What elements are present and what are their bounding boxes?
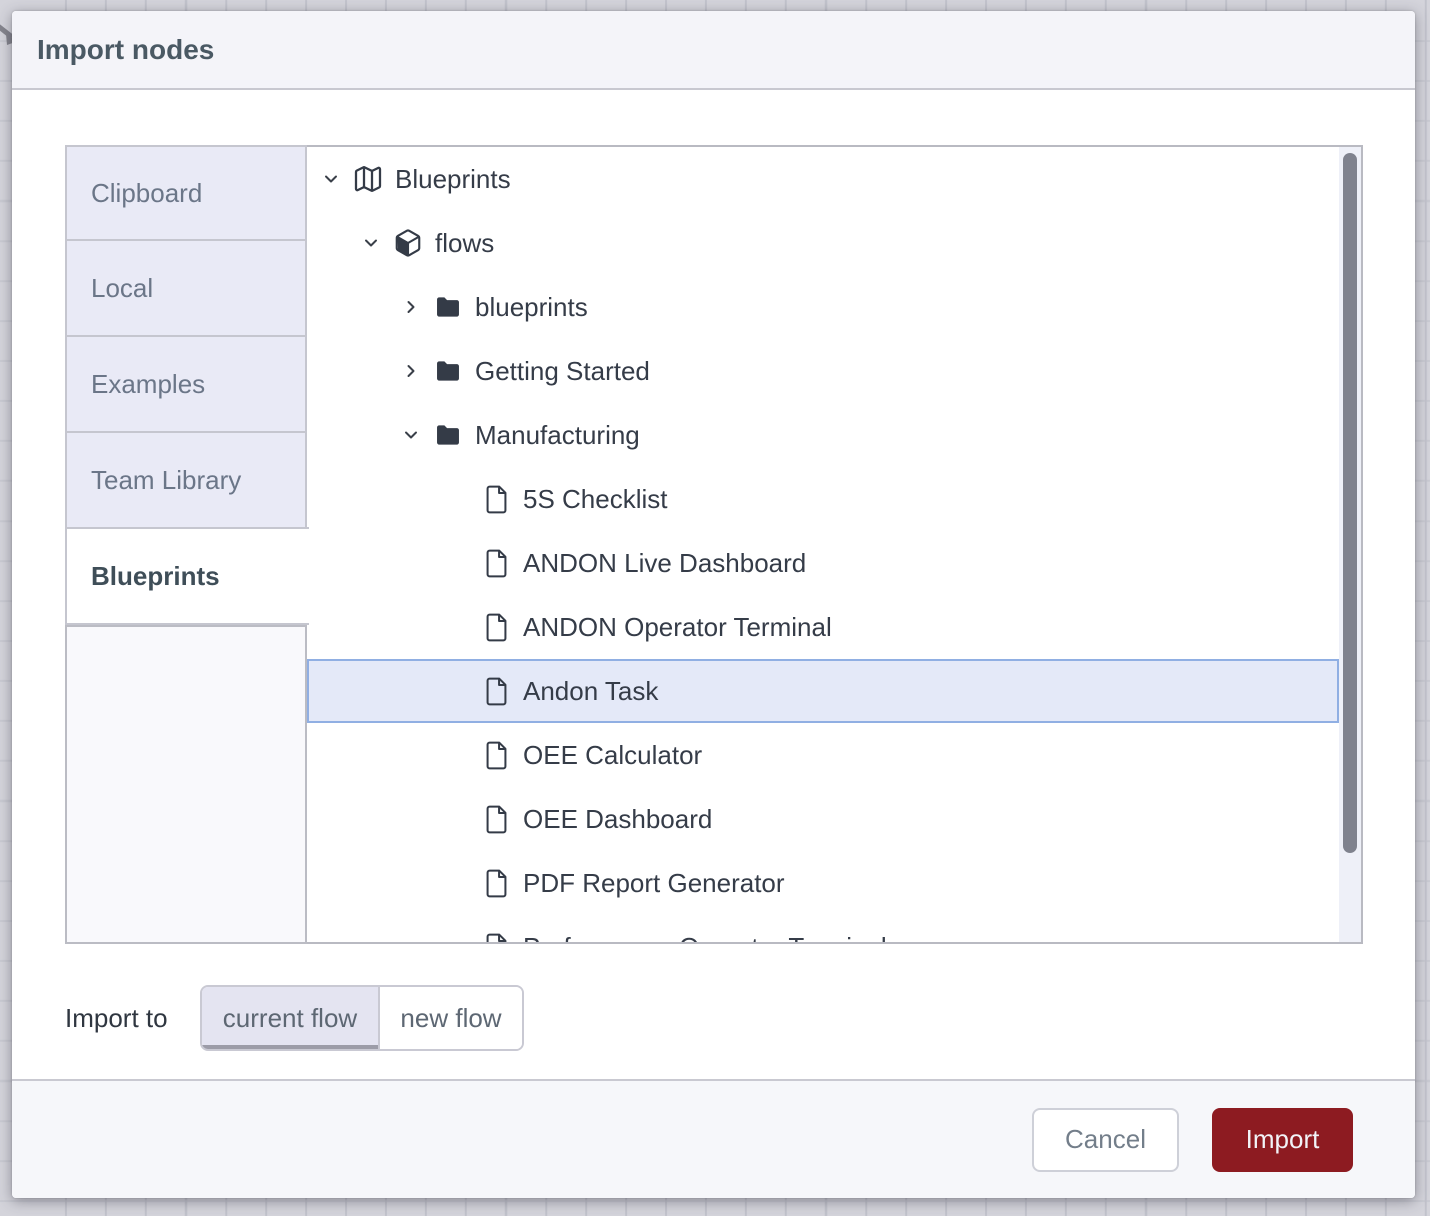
tree-row-oee-calculator[interactable]: OEE Calculator	[307, 723, 1339, 787]
chevron-spacer	[449, 723, 479, 787]
dialog-header: Import nodes	[12, 11, 1415, 90]
folder-icon	[431, 275, 465, 339]
tab-label: Local	[91, 273, 153, 304]
tree-row-manufacturing[interactable]: Manufacturing	[307, 403, 1339, 467]
tree-row-label: ANDON Operator Terminal	[523, 612, 832, 643]
tree-row-blueprints[interactable]: Blueprints	[307, 147, 1339, 211]
file-icon	[479, 851, 513, 915]
chevron-spacer	[449, 851, 479, 915]
chevron-down-icon[interactable]	[361, 211, 391, 275]
file-icon	[479, 723, 513, 787]
import-nodes-dialog: Import nodes Clipboard Local Examples Team …	[12, 11, 1415, 1198]
tree-row-5s-checklist[interactable]: 5S Checklist	[307, 467, 1339, 531]
chevron-spacer	[449, 531, 479, 595]
chevron-spacer	[449, 787, 479, 851]
tree-row-label: Andon Task	[523, 676, 658, 707]
tab-label: Examples	[91, 369, 205, 400]
tree-row-performance-operator-terminal[interactable]: Performance Operator Terminal	[307, 915, 1339, 944]
toggle-label: new flow	[400, 1003, 501, 1034]
tree-row-andon-live-dashboard[interactable]: ANDON Live Dashboard	[307, 531, 1339, 595]
tree-row-andon-operator-terminal[interactable]: ANDON Operator Terminal	[307, 595, 1339, 659]
file-icon	[479, 467, 513, 531]
file-icon	[479, 531, 513, 595]
tab-label: Blueprints	[91, 561, 220, 592]
tab-clipboard[interactable]: Clipboard	[65, 145, 307, 241]
chevron-spacer	[449, 467, 479, 531]
scrollbar-thumb[interactable]	[1343, 153, 1357, 853]
tree-row-blueprints[interactable]: blueprints	[307, 275, 1339, 339]
file-icon	[479, 915, 513, 944]
scrollbar-track[interactable]	[1339, 147, 1361, 942]
cancel-button[interactable]: Cancel	[1032, 1108, 1179, 1172]
import-button[interactable]: Import	[1212, 1108, 1353, 1172]
dialog-title: Import nodes	[37, 34, 214, 66]
tree-row-label: Performance Operator Terminal	[523, 932, 887, 945]
dialog-footer: Cancel Import	[12, 1079, 1415, 1198]
tab-team-library[interactable]: Team Library	[65, 431, 307, 529]
tree-row-label: Getting Started	[475, 356, 650, 387]
tabs-filler	[65, 625, 307, 944]
map-icon	[351, 147, 385, 211]
tab-local[interactable]: Local	[65, 239, 307, 337]
tree: Blueprints flows blueprints Getting Started…	[307, 147, 1339, 944]
import-to-label: Import to	[65, 985, 168, 1051]
file-icon	[479, 787, 513, 851]
chevron-down-icon[interactable]	[321, 147, 351, 211]
tree-row-label: Manufacturing	[475, 420, 640, 451]
workspace-canvas: { "dialog": { "title": "Import nodes" },…	[0, 0, 1430, 1216]
chevron-spacer	[449, 595, 479, 659]
tab-blueprints[interactable]: Blueprints	[65, 527, 309, 625]
cube-icon	[391, 211, 425, 275]
tab-label: Team Library	[91, 465, 241, 496]
tree-row-andon-task[interactable]: Andon Task	[307, 659, 1339, 723]
chevron-right-icon[interactable]	[401, 339, 431, 403]
chevron-right-icon[interactable]	[401, 275, 431, 339]
tree-row-getting-started[interactable]: Getting Started	[307, 339, 1339, 403]
tree-row-label: ANDON Live Dashboard	[523, 548, 806, 579]
tree-panel: Blueprints flows blueprints Getting Started…	[305, 145, 1363, 944]
file-icon	[479, 595, 513, 659]
tree-row-label: OEE Calculator	[523, 740, 702, 771]
tree-row-pdf-report-generator[interactable]: PDF Report Generator	[307, 851, 1339, 915]
tree-row-flows[interactable]: flows	[307, 211, 1339, 275]
tab-examples[interactable]: Examples	[65, 335, 307, 433]
tree-row-label: 5S Checklist	[523, 484, 668, 515]
tab-label: Clipboard	[91, 178, 202, 209]
toggle-label: current flow	[223, 1003, 357, 1034]
new-flow-toggle[interactable]: new flow	[380, 987, 522, 1049]
file-icon	[479, 659, 513, 723]
chevron-spacer	[449, 659, 479, 723]
dialog-tabs: Clipboard Local Examples Team Library Bluepr…	[65, 145, 309, 625]
tree-row-label: OEE Dashboard	[523, 804, 712, 835]
folder-icon	[431, 403, 465, 467]
tree-row-label: blueprints	[475, 292, 588, 323]
tree-row-label: PDF Report Generator	[523, 868, 785, 899]
chevron-spacer	[449, 915, 479, 944]
folder-icon	[431, 339, 465, 403]
tree-row-label: Blueprints	[395, 164, 511, 195]
chevron-down-icon[interactable]	[401, 403, 431, 467]
current-flow-toggle[interactable]: current flow	[202, 987, 380, 1049]
tree-row-oee-dashboard[interactable]: OEE Dashboard	[307, 787, 1339, 851]
import-target-toggle: current flow new flow	[200, 985, 524, 1051]
tree-row-label: flows	[435, 228, 494, 259]
